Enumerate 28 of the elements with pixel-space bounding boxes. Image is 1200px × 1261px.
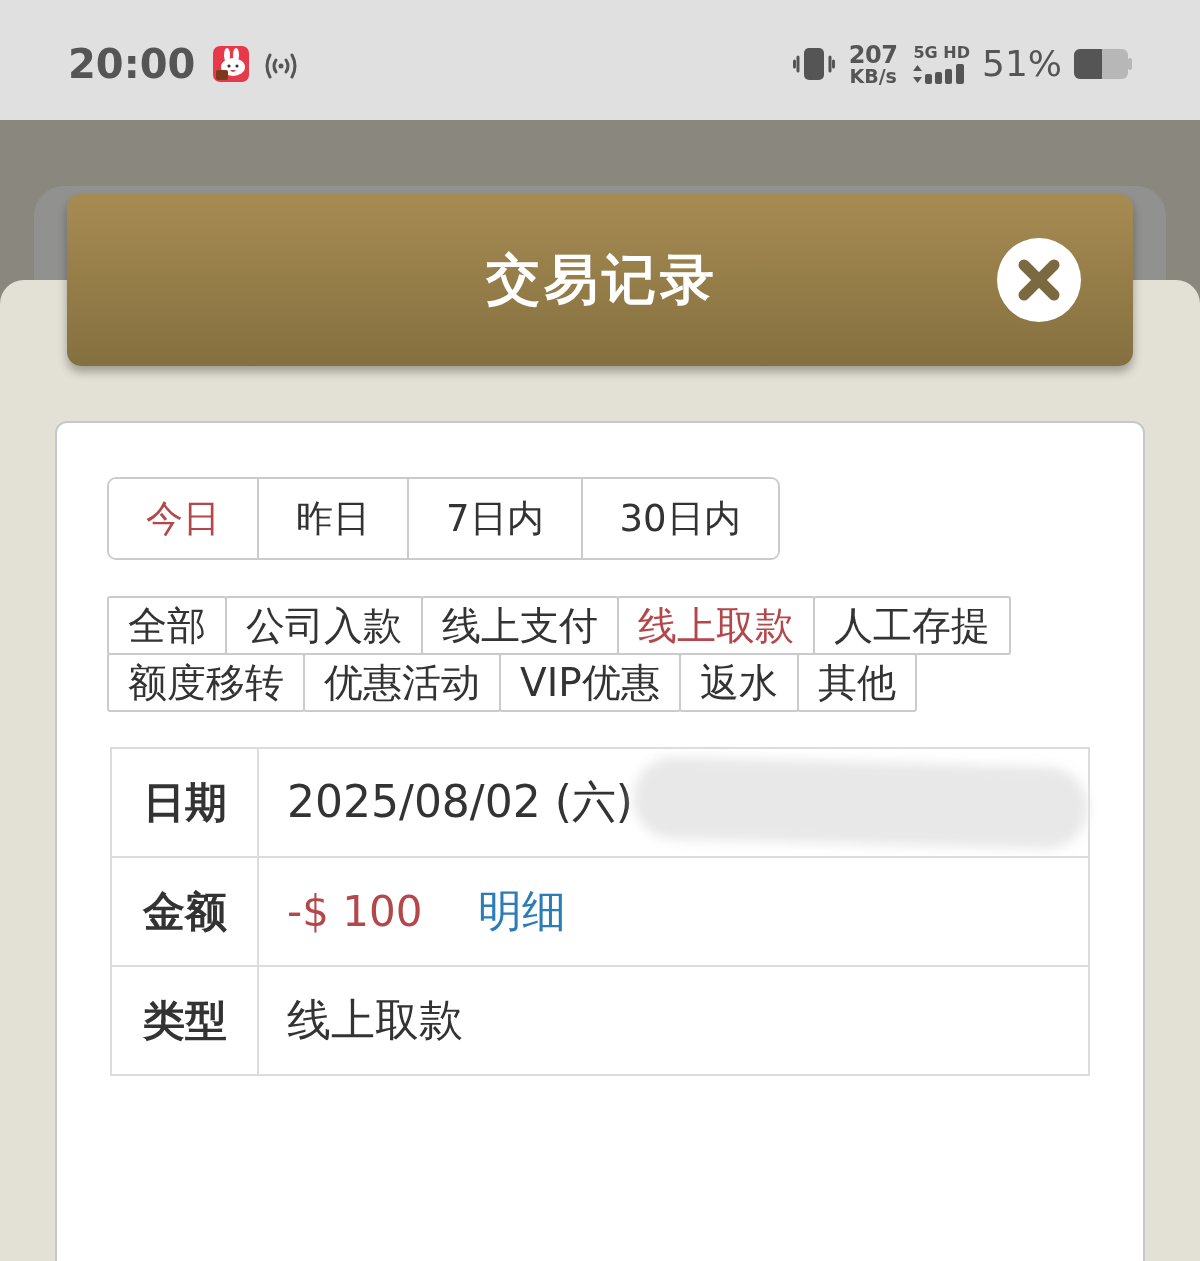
battery-icon (1074, 49, 1132, 79)
detail-link[interactable]: 明细 (478, 882, 567, 941)
dialog-title: 交易记录 (485, 246, 718, 313)
type-filter-chip[interactable]: 额度移转 (107, 653, 305, 712)
clock-time: 20:00 (68, 44, 196, 84)
type-filter-chip[interactable]: 返水 (678, 653, 799, 712)
type-filter-chip[interactable]: 公司入款 (225, 596, 423, 655)
vibrate-icon (792, 46, 835, 82)
type-filter-chip[interactable]: 线上支付 (421, 596, 619, 655)
amount-value: -$ 100 (287, 887, 423, 936)
network-type: 5G HD (913, 44, 970, 61)
date-range-tab[interactable]: 30日内 (580, 479, 778, 558)
row-value: 线上取款 (287, 993, 464, 1047)
type-filter-chip[interactable]: VIP优惠 (499, 653, 681, 712)
row-label: 金额 (142, 886, 227, 936)
row-label: 日期 (142, 777, 227, 827)
row-value: 2025/08/02 (六) (287, 775, 633, 829)
type-filter-chip[interactable]: 其他 (796, 653, 917, 712)
network-speed: 207 (848, 42, 898, 67)
row-label: 类型 (142, 995, 227, 1045)
type-filter-chip[interactable]: 优惠活动 (303, 653, 501, 712)
type-filter-chip[interactable]: 全部 (107, 596, 227, 655)
type-filter-chip[interactable]: 人工存提 (813, 596, 1011, 655)
close-icon (1017, 258, 1061, 302)
battery-percent: 51% (982, 46, 1062, 82)
type-filter-chip[interactable]: 线上取款 (617, 596, 815, 655)
speed-unit: KB/s (849, 66, 897, 86)
rabbit-app-icon (213, 46, 250, 82)
